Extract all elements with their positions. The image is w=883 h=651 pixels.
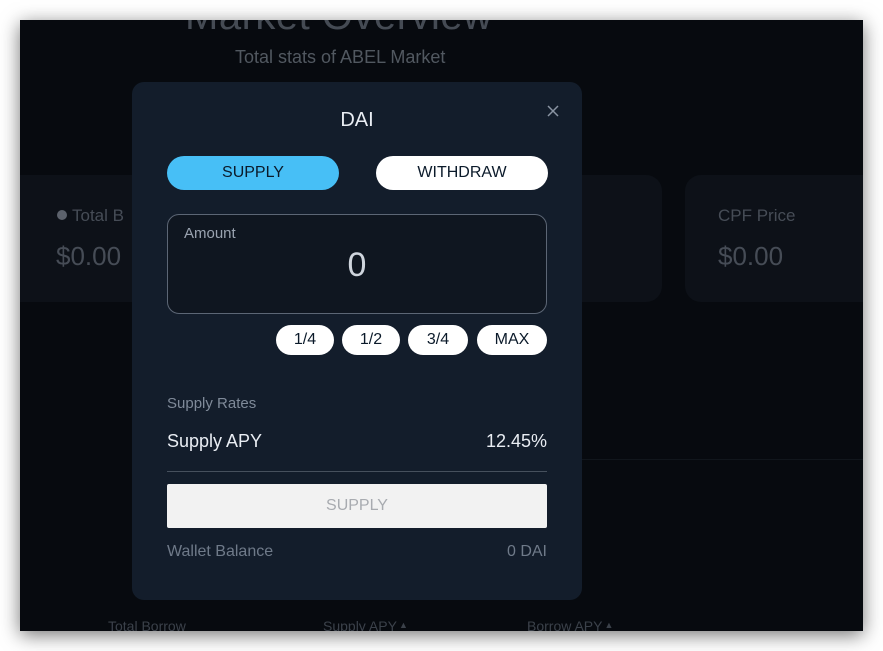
app-window: Market Overview Total stats of ABEL Mark… <box>20 20 863 631</box>
modal-title: DAI <box>340 109 374 131</box>
divider <box>167 471 547 472</box>
max-button[interactable]: MAX <box>477 325 547 355</box>
rates-heading: Supply Rates <box>167 395 257 412</box>
tab-supply[interactable]: SUPPLY <box>167 156 339 190</box>
wallet-balance-value: 0 DAI <box>506 543 547 560</box>
tab-withdraw[interactable]: WITHDRAW <box>376 156 548 190</box>
half-button[interactable]: 1/2 <box>342 325 400 355</box>
supply-submit-button[interactable]: SUPPLY <box>167 484 547 528</box>
amount-field: Amount <box>167 214 547 314</box>
amount-label: Amount <box>184 225 236 242</box>
supply-modal: DAI SUPPLY WITHDRAW Amount 1/4 1/2 3/4 M… <box>132 82 582 600</box>
close-icon[interactable] <box>542 100 564 122</box>
amount-input[interactable] <box>168 243 546 287</box>
supply-apy-value: 12.45% <box>485 431 547 451</box>
supply-apy-label: Supply APY <box>167 431 263 451</box>
quarter-button[interactable]: 1/4 <box>276 325 334 355</box>
wallet-balance-label: Wallet Balance <box>167 543 274 560</box>
three-quarter-button[interactable]: 3/4 <box>408 325 468 355</box>
